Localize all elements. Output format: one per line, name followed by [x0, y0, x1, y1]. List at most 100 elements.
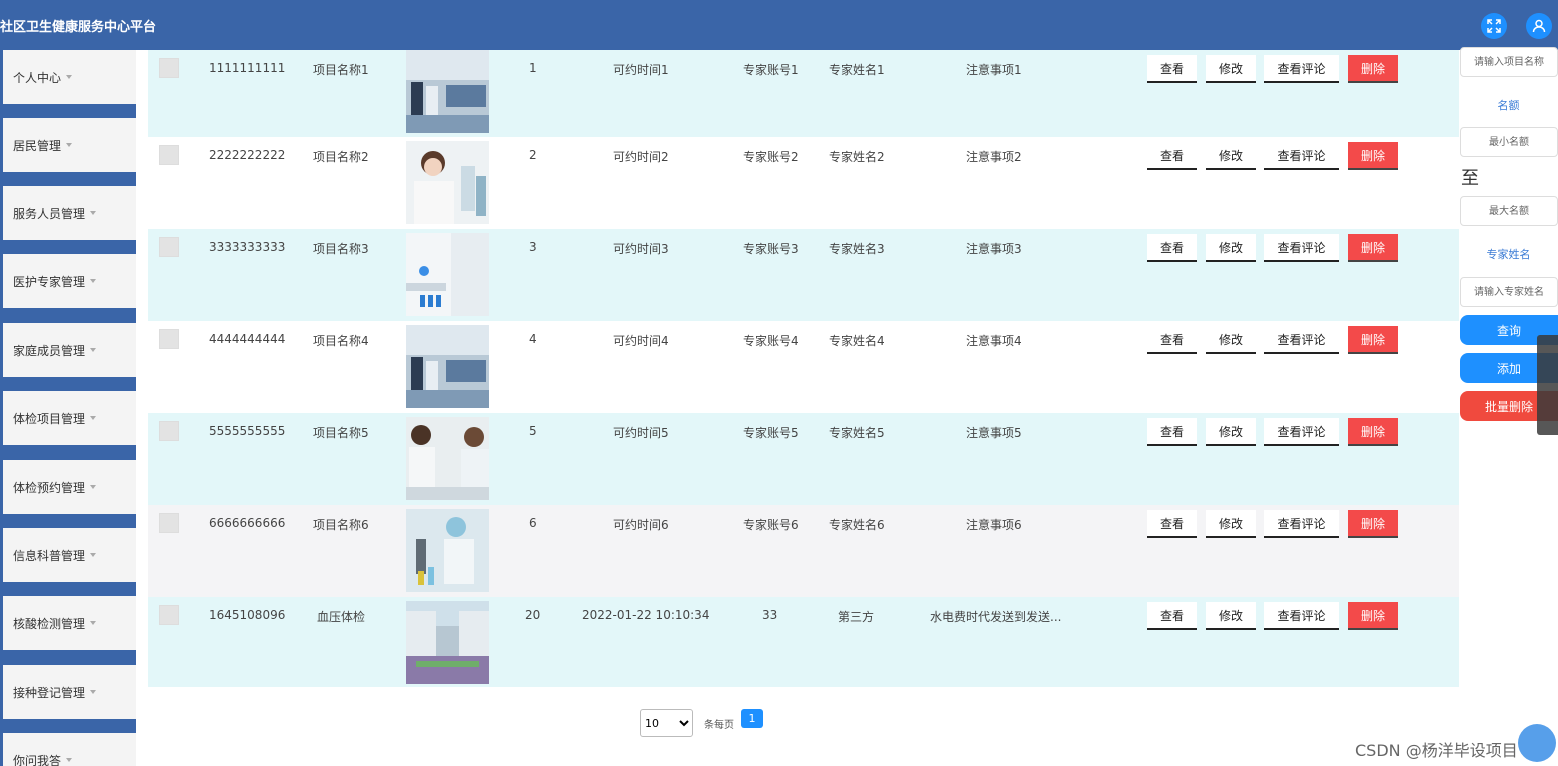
sidebar-item-label: 服务人员管理 [13, 206, 86, 221]
min-quota-input[interactable] [1460, 127, 1558, 157]
row-checkbox[interactable] [159, 513, 179, 533]
project-id: 1645108096 [209, 608, 286, 622]
row-checkbox[interactable] [159, 237, 179, 257]
sidebar-item-checkup-appointments[interactable]: 体检预约管理 [3, 460, 136, 514]
sidebar-item-service-staff[interactable]: 服务人员管理 [3, 186, 136, 240]
notes: 水电费时代发送到发送... [930, 610, 1062, 624]
project-name-input[interactable] [1460, 47, 1558, 77]
available-time: 可约时间6 [613, 518, 669, 532]
edit-button[interactable]: 修改 [1206, 418, 1256, 446]
watermark-text: CSDN @杨洋毕设项目 [1355, 741, 1518, 760]
row-checkbox[interactable] [159, 58, 179, 78]
max-quota-input[interactable] [1460, 196, 1558, 226]
project-id: 4444444444 [209, 332, 286, 346]
row-checkbox[interactable] [159, 145, 179, 165]
table-row: 1645108096 血压体检 20 2022-01-22 10:10:34 3… [148, 597, 1459, 687]
sidebar-item-checkup-items[interactable]: 体检项目管理 [3, 391, 136, 445]
view-reviews-button[interactable]: 查看评论 [1264, 234, 1339, 262]
quota: 1 [529, 61, 537, 75]
row-checkbox[interactable] [159, 605, 179, 625]
expert-name: 专家姓名1 [829, 63, 885, 77]
available-time: 可约时间5 [613, 426, 669, 440]
delete-button[interactable]: 删除 [1348, 55, 1398, 83]
notes: 注意事项4 [966, 334, 1022, 348]
caret-down-icon [66, 758, 73, 762]
edit-button[interactable]: 修改 [1206, 602, 1256, 630]
project-image [406, 141, 489, 224]
view-button[interactable]: 查看 [1147, 234, 1197, 262]
view-button[interactable]: 查看 [1147, 326, 1197, 354]
expert-account: 专家账号4 [743, 334, 799, 348]
sidebar-item-residents[interactable]: 居民管理 [3, 118, 136, 172]
top-bar: 社区卫生健康服务中心平台 [0, 0, 1558, 50]
view-button[interactable]: 查看 [1147, 55, 1197, 83]
edit-button[interactable]: 修改 [1206, 55, 1256, 83]
view-reviews-button[interactable]: 查看评论 [1264, 510, 1339, 538]
expert-name: 专家姓名2 [829, 150, 885, 164]
delete-button[interactable]: 删除 [1348, 326, 1398, 354]
available-time: 可约时间1 [613, 63, 669, 77]
app-title: 社区卫生健康服务中心平台 [0, 20, 157, 35]
notes: 注意事项3 [966, 242, 1022, 256]
view-button[interactable]: 查看 [1147, 142, 1197, 170]
table-row: 3333333333 项目名称3 3 可约时间3 专家账号3 专家姓名3 注意事… [148, 229, 1459, 321]
project-name: 血压体检 [317, 610, 366, 624]
sidebar-item-nucleic-test[interactable]: 核酸检测管理 [3, 596, 136, 650]
page-size-select[interactable]: 10 [640, 709, 693, 737]
sidebar-item-family-members[interactable]: 家庭成员管理 [3, 323, 136, 377]
available-time: 可约时间2 [613, 150, 669, 164]
user-icon[interactable] [1526, 13, 1552, 39]
project-name: 项目名称4 [313, 334, 369, 348]
caret-down-icon [90, 211, 97, 215]
caret-down-icon [66, 75, 73, 79]
expert-account: 专家账号5 [743, 426, 799, 440]
view-reviews-button[interactable]: 查看评论 [1264, 602, 1339, 630]
page-number-button[interactable]: 1 [741, 709, 763, 728]
view-button[interactable]: 查看 [1147, 418, 1197, 446]
expert-name-input[interactable] [1460, 277, 1558, 307]
range-to-label: 至 [1461, 168, 1479, 189]
quota: 20 [525, 608, 541, 622]
project-image [406, 325, 489, 408]
view-button[interactable]: 查看 [1147, 602, 1197, 630]
caret-down-icon [90, 416, 97, 420]
floating-side-panel[interactable] [1537, 335, 1558, 435]
sidebar-item-qa[interactable]: 你问我答 [3, 733, 136, 766]
delete-button[interactable]: 删除 [1348, 602, 1398, 630]
quota-label: 名额 [1497, 99, 1520, 112]
view-reviews-button[interactable]: 查看评论 [1264, 142, 1339, 170]
available-time: 可约时间3 [613, 242, 669, 256]
sidebar-item-vaccination[interactable]: 接种登记管理 [3, 665, 136, 719]
view-reviews-button[interactable]: 查看评论 [1264, 418, 1339, 446]
delete-button[interactable]: 删除 [1348, 418, 1398, 446]
quota: 2 [529, 148, 537, 162]
floating-action-button[interactable] [1518, 724, 1556, 762]
row-checkbox[interactable] [159, 421, 179, 441]
project-name: 项目名称6 [313, 518, 369, 532]
view-reviews-button[interactable]: 查看评论 [1264, 55, 1339, 83]
expert-name: 专家姓名5 [829, 426, 885, 440]
view-reviews-button[interactable]: 查看评论 [1264, 326, 1339, 354]
delete-button[interactable]: 删除 [1348, 510, 1398, 538]
project-name: 项目名称1 [313, 63, 369, 77]
sidebar-item-label: 体检预约管理 [13, 480, 86, 495]
row-checkbox[interactable] [159, 329, 179, 349]
delete-button[interactable]: 删除 [1348, 234, 1398, 262]
sidebar-item-medical-experts[interactable]: 医护专家管理 [3, 254, 136, 308]
sidebar-item-label: 居民管理 [13, 138, 62, 153]
project-image [406, 233, 489, 316]
sidebar-item-label: 个人中心 [13, 70, 62, 85]
edit-button[interactable]: 修改 [1206, 510, 1256, 538]
expert-account: 33 [762, 608, 778, 622]
sidebar-item-label: 家庭成员管理 [13, 343, 86, 358]
sidebar-item-personal-center[interactable]: 个人中心 [3, 50, 136, 104]
sidebar-item-health-info[interactable]: 信息科普管理 [3, 528, 136, 582]
table-row: 5555555555 项目名称5 5 可约时间5 专家账号5 专家姓名5 注意事… [148, 413, 1459, 505]
edit-button[interactable]: 修改 [1206, 234, 1256, 262]
delete-button[interactable]: 删除 [1348, 142, 1398, 170]
edit-button[interactable]: 修改 [1206, 142, 1256, 170]
fullscreen-icon[interactable] [1481, 13, 1507, 39]
view-button[interactable]: 查看 [1147, 510, 1197, 538]
edit-button[interactable]: 修改 [1206, 326, 1256, 354]
quota: 4 [529, 332, 537, 346]
